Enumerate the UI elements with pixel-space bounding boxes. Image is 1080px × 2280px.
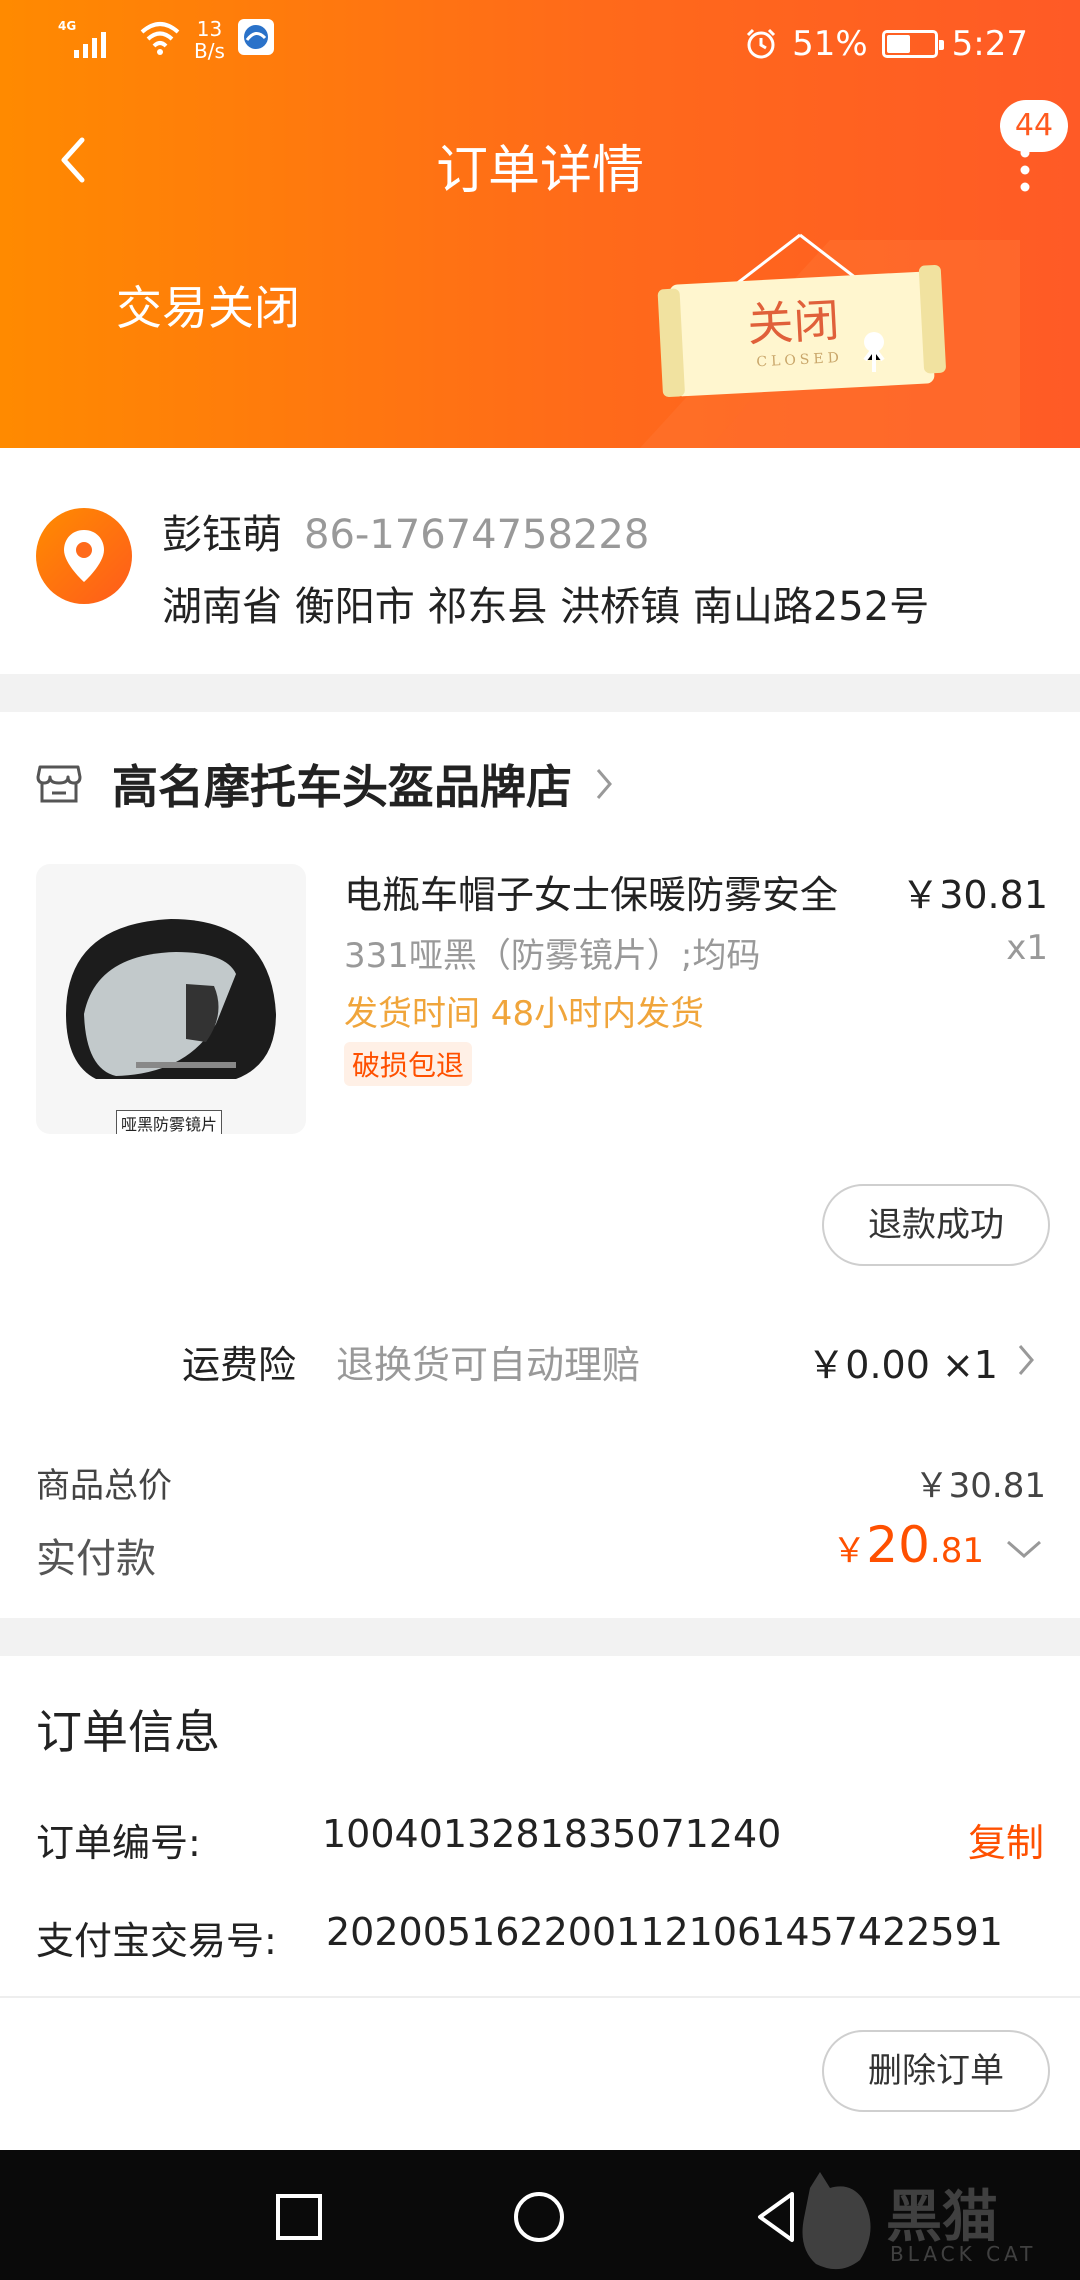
alarm-icon	[747, 28, 776, 59]
net-speed: 13 B/s	[194, 18, 225, 62]
shipping-address[interactable]: 彭钰萌 86-17674758228 湖南省 衡阳市 祁东县 洪桥镇 南山路252…	[0, 448, 1080, 674]
alipay-number: 2020051622001121061457422591	[326, 1910, 1003, 1954]
store-icon	[36, 765, 82, 803]
cat-logo-icon	[802, 2172, 871, 2270]
paid-symbol: ￥	[832, 1531, 867, 1571]
order-number: 1004013281835071240	[322, 1812, 782, 1856]
status-left: 4G 13 B/s	[56, 18, 275, 62]
clock: 5:27	[951, 24, 1028, 64]
product-title[interactable]: 电瓶车帽子女士保暖防雾安全	[344, 864, 864, 919]
ship-time: 发货时间 48小时内发货	[344, 994, 705, 1034]
order-header: 4G 13 B/s 51% 5:27 订单详情 44 交易关闭 关闭 CLOSE…	[0, 0, 1080, 448]
paid-integer: 20	[866, 1516, 930, 1574]
chevron-down-icon[interactable]	[1004, 1538, 1044, 1562]
product-sku: 331哑黑（防雾镜片）;均码	[344, 936, 761, 976]
total-label: 商品总价	[36, 1466, 172, 1506]
home-circle-icon[interactable]	[506, 2184, 572, 2250]
network-type: 4G	[58, 19, 76, 33]
product-image[interactable]: 哑黑防雾镜片	[36, 864, 306, 1134]
insurance-desc: 退换货可自动理赔	[336, 1343, 641, 1387]
paid-label: 实付款	[36, 1536, 156, 1582]
wifi-icon	[140, 22, 180, 55]
product-price: ￥30.81	[901, 873, 1048, 917]
insurance-price[interactable]: ￥0.00 ×1	[807, 1334, 998, 1389]
message-badge[interactable]: 44	[1000, 100, 1068, 152]
order-number-label: 订单编号:	[36, 1821, 201, 1865]
system-navigation-bar: 黑猫 BLACK CAT	[0, 2150, 1080, 2280]
delete-order-button[interactable]: 删除订单	[822, 2030, 1050, 2112]
battery-percent: 51%	[792, 24, 868, 64]
copy-button[interactable]: 复制	[968, 1812, 1044, 1867]
location-icon	[36, 508, 132, 604]
battery-icon	[881, 30, 944, 58]
shop-header[interactable]: 高名摩托车头盔品牌店	[36, 752, 614, 816]
watermark-text: 黑猫	[886, 2185, 998, 2250]
chevron-right-icon	[596, 769, 612, 799]
sign-text: 关闭	[746, 293, 841, 352]
page-title: 订单详情	[435, 141, 644, 201]
image-caption: 哑黑防雾镜片	[116, 1110, 223, 1134]
status-right: 51% 5:27	[744, 24, 1028, 64]
paid-amount: ￥20.81	[832, 1516, 984, 1574]
order-info-card: 订单信息 订单编号: 1004013281835071240 复制 支付宝交易号…	[0, 1656, 1080, 2150]
closed-sign-illustration: 关闭 CLOSED	[640, 233, 1020, 448]
recipient-name: 彭钰萌	[162, 512, 282, 558]
address-detail: 湖南省 衡阳市 祁东县 洪桥镇 南山路252号	[162, 584, 930, 630]
signal-icon: 4G	[58, 19, 106, 58]
shop-name[interactable]: 高名摩托车头盔品牌店	[112, 751, 572, 817]
status-bar: 4G 13 B/s 51% 5:27	[0, 0, 1080, 90]
total-value: ￥30.81	[914, 1466, 1046, 1506]
recipient-line: 彭钰萌 86-17674758228	[162, 502, 649, 560]
app-notification-icon	[237, 19, 274, 55]
more-icon[interactable]	[1010, 145, 1040, 195]
net-speed-value: 13	[196, 17, 223, 41]
net-speed-unit: B/s	[194, 39, 225, 63]
chevron-right-icon[interactable]	[1016, 1342, 1036, 1378]
home-square-icon[interactable]	[266, 2184, 332, 2250]
recipient-phone: 86-17674758228	[304, 512, 650, 558]
refund-status-button[interactable]: 退款成功	[822, 1184, 1050, 1266]
alipay-number-label: 支付宝交易号:	[36, 1919, 277, 1963]
paid-decimal: .81	[929, 1531, 984, 1571]
order-status-text: 交易关闭	[116, 281, 300, 335]
watermark: 黑猫 BLACK CAT	[790, 2168, 1060, 2280]
order-info-title: 订单信息	[36, 1705, 220, 1759]
watermark-subtext: BLACK CAT	[890, 2242, 1037, 2266]
divider	[0, 1996, 1080, 1998]
insurance-label: 运费险	[182, 1343, 297, 1387]
service-tag: 破损包退	[344, 1042, 473, 1086]
product-quantity: x1	[1006, 928, 1048, 968]
shop-card: 高名摩托车头盔品牌店 哑黑防雾镜片 电瓶车帽子女士保暖防雾安全 ￥30.81 3…	[0, 712, 1080, 1618]
